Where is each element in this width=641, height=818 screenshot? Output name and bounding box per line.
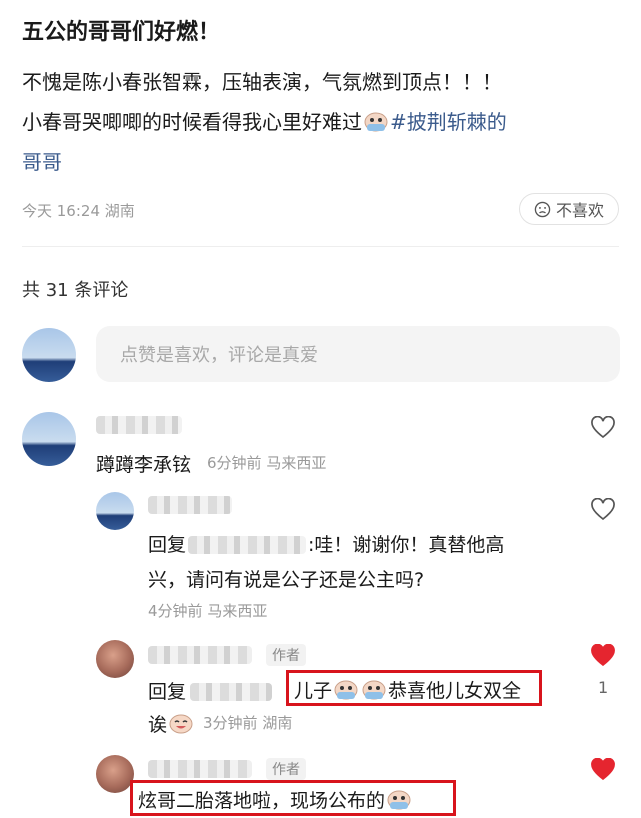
hashtag-link-continued[interactable]: 哥哥 [22, 142, 622, 182]
comment-text: 蹲蹲李承铉 [96, 454, 192, 476]
author-avatar[interactable] [96, 755, 134, 793]
reply-text-line1: 回复 :哇！谢谢你！真替他高 [148, 530, 504, 557]
like-count: 1 [598, 678, 609, 697]
comment-meta: 4分钟前 马来西亚 [148, 602, 268, 620]
hashtag-link[interactable]: #披荆斩棘的 [390, 110, 507, 134]
post-time: 今天 16:24 [22, 202, 100, 220]
divider [22, 246, 619, 247]
dislike-label: 不喜欢 [555, 201, 604, 220]
comment-meta: 3分钟前 湖南 [203, 714, 293, 732]
author-reply-line1: 回复 [148, 677, 276, 704]
blurred-username [190, 683, 273, 701]
commenter-avatar[interactable] [22, 412, 76, 466]
liked-heart-icon[interactable] [590, 644, 616, 668]
sad-face-icon [534, 201, 551, 217]
blurred-username [188, 536, 307, 554]
author-avatar[interactable] [96, 640, 134, 678]
blurred-username [148, 496, 232, 514]
reply-text: :哇！谢谢你！真替他高 [308, 534, 505, 556]
blurred-username [96, 416, 182, 434]
like-heart-icon[interactable] [590, 498, 616, 522]
author-tag: 作者 [266, 644, 306, 666]
reply-prefix: 回复 [148, 681, 187, 703]
crying-emoji-icon [362, 680, 386, 700]
post-meta: 今天 16:24 湖南 [22, 200, 135, 221]
author-reply-line2: 诶 [148, 710, 195, 737]
laughing-emoji-icon [169, 714, 193, 734]
blurred-username [148, 760, 252, 778]
dislike-button[interactable]: 不喜欢 [519, 193, 619, 225]
my-avatar [22, 328, 76, 382]
reply-prefix: 回复 [148, 534, 187, 556]
comments-header: 共 31 条评论 [22, 280, 129, 301]
liked-heart-icon[interactable] [590, 758, 616, 782]
blurred-username [148, 646, 252, 664]
crying-emoji-icon [387, 790, 411, 810]
post-body: 不愧是陈小春张智霖，压轴表演，气氛燃到顶点！！！ 小春哥哭唧唧的时候看得我心里好… [22, 62, 622, 182]
highlighted-reply: 儿子 恭喜他儿女双全 [294, 676, 521, 703]
comment-input[interactable]: 点赞是喜欢，评论是真爱 [96, 326, 620, 382]
reply-text-line2: 兴，请问有说是公子还是公主吗? [148, 569, 425, 591]
crying-emoji-icon [334, 680, 358, 700]
post-body-text: 小春哥哭唧唧的时候看得我心里好难过 [22, 110, 362, 134]
author-tag: 作者 [266, 758, 306, 780]
crying-emoji-icon [364, 112, 388, 132]
post-body-line1: 不愧是陈小春张智霖，压轴表演，气氛燃到顶点！！！ [22, 70, 502, 94]
like-heart-icon[interactable] [590, 416, 616, 440]
post-title: 五公的哥哥们好燃！ [22, 20, 221, 45]
reply-avatar[interactable] [96, 492, 134, 530]
highlighted-comment: 炫哥二胎落地啦，现场公布的 [138, 786, 413, 813]
comment-meta: 6分钟前 马来西亚 [207, 454, 327, 472]
post-body-line2: 小春哥哭唧唧的时候看得我心里好难过 #披荆斩棘的 [22, 102, 622, 142]
post-location: 湖南 [104, 202, 135, 220]
